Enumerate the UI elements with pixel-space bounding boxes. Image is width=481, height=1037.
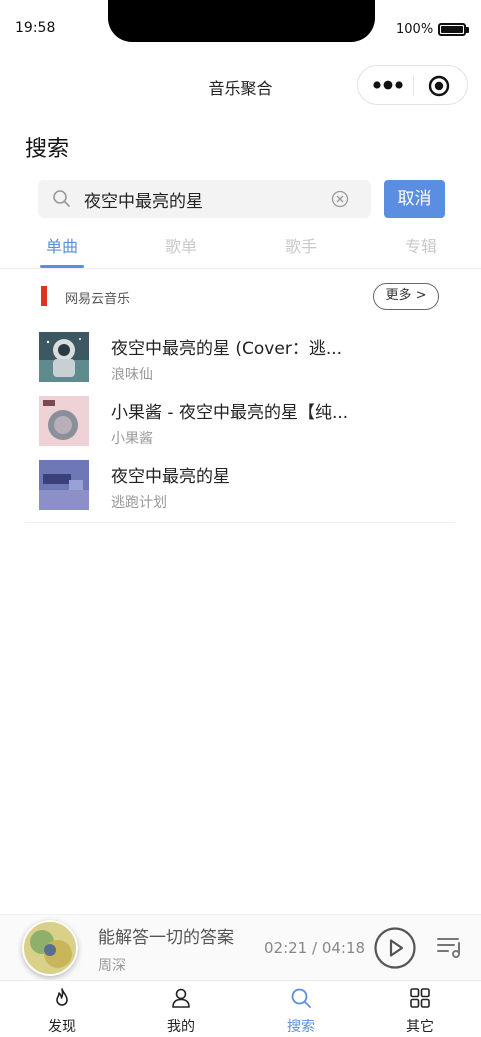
- song-title: 小果酱 - 夜空中最亮的星【纯...: [111, 403, 349, 423]
- song-artist: 小果酱: [111, 431, 153, 447]
- source-header: 网易云音乐 更多 >: [25, 283, 455, 311]
- now-playing-title: 能解答一切的答案: [98, 928, 234, 948]
- song-cover: [39, 460, 89, 510]
- battery-percent: 100%: [396, 22, 434, 37]
- now-playing-artist: 周深: [98, 958, 126, 974]
- grid-icon: [410, 988, 430, 1008]
- clear-icon[interactable]: [331, 190, 349, 208]
- active-tab-indicator: [40, 265, 84, 268]
- song-title: 夜空中最亮的星 (Cover：逃...: [111, 339, 343, 359]
- search-box[interactable]: [38, 180, 371, 218]
- more-dots-icon[interactable]: [372, 76, 410, 94]
- tabbar-label: 发现: [48, 1019, 76, 1035]
- bottom-tab-bar: 发现 我的 搜索 其它: [0, 980, 481, 1037]
- tabbar-item-other[interactable]: 其它: [360, 981, 480, 1037]
- tabbar-item-mine[interactable]: 我的: [121, 981, 241, 1037]
- tabbar-item-search[interactable]: 搜索: [241, 981, 361, 1037]
- more-button[interactable]: 更多 >: [373, 283, 439, 310]
- now-playing-cover: [22, 920, 78, 976]
- list-divider: [25, 522, 455, 523]
- search-input[interactable]: [84, 186, 324, 212]
- mini-player[interactable]: 能解答一切的答案 周深 02:21 / 04:18: [0, 914, 481, 980]
- source-name: 网易云音乐: [65, 292, 131, 307]
- miniprogram-capsule: [357, 65, 468, 105]
- cancel-button[interactable]: 取消: [384, 180, 445, 218]
- capsule-divider: [413, 76, 414, 96]
- status-time: 19:58: [15, 20, 56, 36]
- battery-icon: [438, 23, 469, 36]
- tabbar-label: 我的: [167, 1019, 195, 1035]
- flame-icon: [56, 988, 68, 1006]
- search-icon: [53, 190, 70, 207]
- search-row: 取消: [38, 180, 445, 218]
- song-cover: [39, 332, 89, 382]
- tab-playlists[interactable]: 歌单: [151, 233, 211, 257]
- song-artist: 逃跑计划: [111, 495, 167, 511]
- nav-bar: 音乐聚合: [0, 56, 481, 116]
- song-title: 夜空中最亮的星: [111, 467, 230, 487]
- device-notch: [108, 0, 375, 42]
- song-cover: [39, 396, 89, 446]
- close-target-icon[interactable]: [428, 75, 450, 97]
- search-icon: [291, 988, 311, 1008]
- tab-artists[interactable]: 歌手: [271, 233, 331, 257]
- play-button-icon[interactable]: [373, 926, 417, 970]
- playback-time: 02:21 / 04:18: [264, 939, 366, 957]
- result-tabs: 单曲 歌单 歌手 专辑: [0, 225, 481, 269]
- tabbar-label: 其它: [406, 1019, 434, 1035]
- user-icon: [172, 988, 190, 1008]
- source-accent-bar: [41, 286, 47, 306]
- song-item[interactable]: 夜空中最亮的星 (Cover：逃... 浪味仙: [25, 332, 455, 388]
- playlist-icon[interactable]: [436, 935, 464, 959]
- search-heading: 搜索: [25, 137, 70, 162]
- tab-songs[interactable]: 单曲: [32, 233, 92, 257]
- tabbar-item-discover[interactable]: 发现: [2, 981, 122, 1037]
- song-item[interactable]: 夜空中最亮的星 逃跑计划: [25, 460, 455, 516]
- song-artist: 浪味仙: [111, 367, 153, 383]
- tab-albums[interactable]: 专辑: [391, 233, 451, 257]
- song-item[interactable]: 小果酱 - 夜空中最亮的星【纯... 小果酱: [25, 396, 455, 452]
- tabbar-label: 搜索: [287, 1019, 315, 1035]
- status-bar: 19:58 100%: [0, 0, 481, 56]
